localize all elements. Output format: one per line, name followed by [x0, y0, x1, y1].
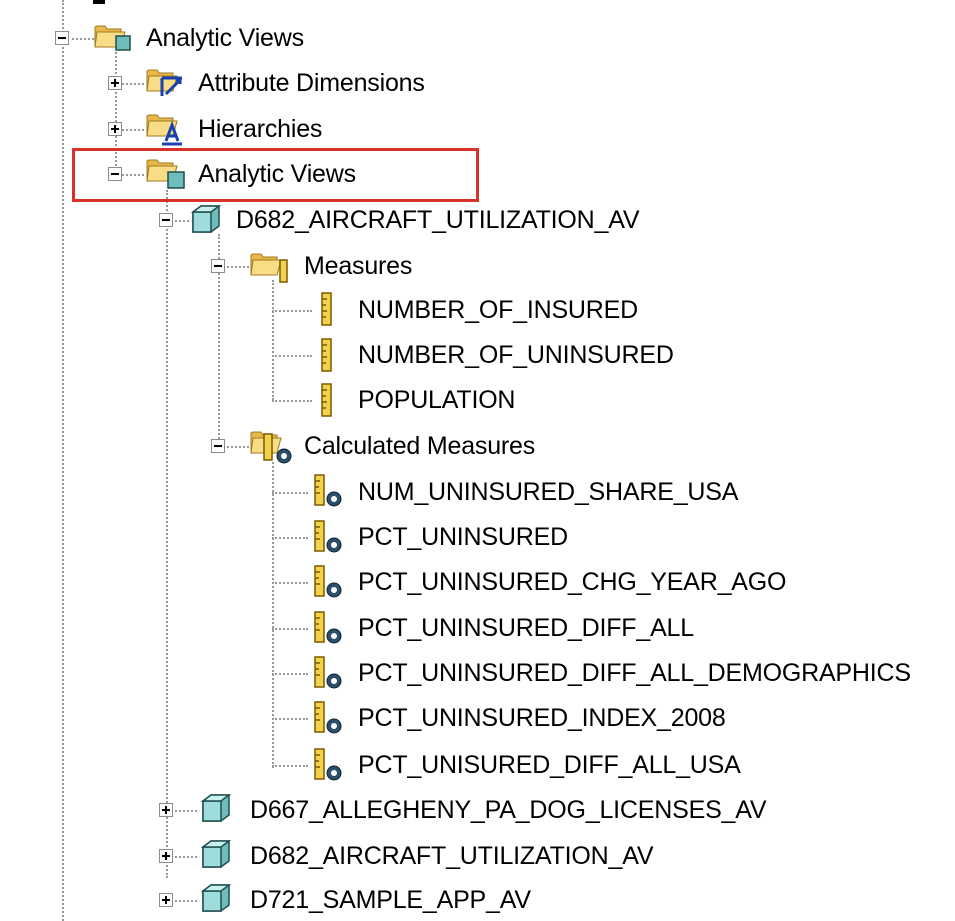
tree-node-label[interactable]: PCT_UNINSURED_INDEX_2008 — [358, 698, 726, 738]
collapse-toggle[interactable] — [108, 167, 122, 181]
tree-node-label[interactable]: PCT_UNINSURED_DIFF_ALL — [358, 608, 694, 648]
tree-guide-line — [272, 280, 274, 400]
tree-top-connector — [93, 0, 105, 4]
tree-branch-line — [175, 856, 197, 858]
tree-node-label[interactable]: Calculated Measures — [304, 426, 535, 466]
tree-node-label[interactable]: NUM_UNINSURED_SHARE_USA — [358, 472, 738, 512]
tree-branch-line — [122, 83, 144, 85]
calculated-measure-icon — [314, 565, 342, 598]
tree-branch-line — [272, 400, 312, 402]
hierarchies-folder-icon — [146, 114, 182, 146]
calculated-measure-icon — [314, 701, 342, 734]
tree-branch-line — [175, 220, 189, 222]
measures-folder-icon — [250, 253, 288, 283]
tree-branch-line — [175, 900, 197, 902]
tree-branch-line — [272, 310, 312, 312]
tree-branch-line — [272, 537, 308, 539]
analytic-views-folder-icon — [146, 159, 185, 189]
tree-branch-line — [272, 673, 308, 675]
calculated-measure-icon — [314, 474, 342, 507]
object-tree: Analytic Views Attribute Dimensions Hier… — [0, 0, 955, 921]
analytic-views-folder-icon — [94, 25, 131, 51]
calculated-measure-icon — [314, 611, 342, 644]
tree-branch-line — [272, 628, 308, 630]
cube-icon — [202, 794, 230, 822]
calculated-measure-icon — [314, 520, 342, 553]
expand-toggle[interactable] — [108, 122, 122, 136]
tree-node-label[interactable]: PCT_UNINSURED_CHG_YEAR_AGO — [358, 562, 786, 602]
collapse-toggle[interactable] — [55, 31, 69, 45]
tree-node-label[interactable]: PCT_UNINSURED_DIFF_ALL_DEMOGRAPHICS — [358, 653, 911, 693]
tree-branch-line — [272, 355, 312, 357]
calculated-measures-folder-icon — [250, 431, 292, 464]
tree-node-label[interactable]: Analytic Views — [146, 18, 304, 58]
tree-node-label[interactable]: Measures — [304, 246, 412, 286]
calculated-measure-icon — [314, 656, 342, 689]
tree-node-label[interactable]: POPULATION — [358, 380, 515, 420]
tree-branch-line — [175, 810, 197, 812]
expand-toggle[interactable] — [159, 849, 173, 863]
tree-node-label[interactable]: NUMBER_OF_INSURED — [358, 290, 638, 330]
tree-node-label[interactable]: Analytic Views — [198, 154, 356, 194]
measure-ruler-icon — [321, 383, 332, 417]
tree-node-label[interactable]: PCT_UNINSURED — [358, 517, 568, 557]
tree-node-label[interactable]: D721_SAMPLE_APP_AV — [250, 880, 531, 920]
attribute-dimensions-folder-icon — [146, 69, 182, 96]
tree-node-label[interactable]: D682_AIRCRAFT_UTILIZATION_AV — [236, 200, 640, 240]
tree-guide-line — [62, 0, 64, 921]
expand-toggle[interactable] — [108, 76, 122, 90]
cube-icon — [202, 884, 230, 912]
expand-toggle[interactable] — [159, 803, 173, 817]
tree-branch-line — [272, 765, 308, 767]
collapse-toggle[interactable] — [211, 439, 225, 453]
tree-branch-line — [122, 129, 144, 131]
calculated-measure-icon — [314, 748, 342, 781]
tree-node-label[interactable]: PCT_UNISURED_DIFF_ALL_USA — [358, 745, 741, 785]
tree-node-label[interactable]: NUMBER_OF_UNINSURED — [358, 335, 674, 375]
tree-branch-line — [272, 582, 308, 584]
tree-node-label[interactable]: Hierarchies — [198, 109, 322, 149]
expand-toggle[interactable] — [159, 893, 173, 907]
tree-branch-line — [72, 38, 94, 40]
measure-ruler-icon — [321, 292, 332, 326]
tree-guide-line — [166, 190, 168, 878]
tree-guide-line — [272, 462, 274, 768]
measure-ruler-icon — [321, 338, 332, 372]
collapse-toggle[interactable] — [211, 259, 225, 273]
tree-node-label[interactable]: D682_AIRCRAFT_UTILIZATION_AV — [250, 836, 654, 876]
tree-branch-line — [227, 446, 249, 448]
tree-node-label[interactable]: D667_ALLEGHENY_PA_DOG_LICENSES_AV — [250, 790, 767, 830]
cube-icon — [202, 840, 230, 868]
cube-icon — [192, 205, 220, 233]
collapse-toggle[interactable] — [159, 213, 173, 227]
tree-branch-line — [272, 718, 308, 720]
tree-node-label[interactable]: Attribute Dimensions — [198, 63, 425, 103]
tree-branch-line — [272, 492, 308, 494]
tree-branch-line — [227, 266, 249, 268]
